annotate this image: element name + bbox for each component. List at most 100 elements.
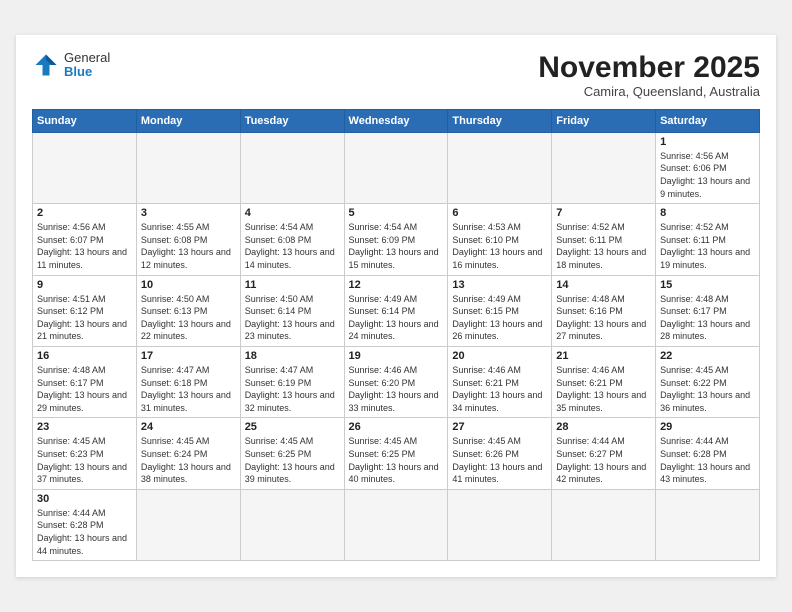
day-info: Sunrise: 4:54 AM Sunset: 6:08 PM Dayligh… [245, 221, 340, 271]
day-number: 30 [37, 493, 132, 505]
day-number: 14 [556, 279, 651, 291]
day-info: Sunrise: 4:44 AM Sunset: 6:28 PM Dayligh… [660, 435, 755, 485]
calendar-cell: 3 Sunrise: 4:55 AM Sunset: 6:08 PM Daylig… [136, 204, 240, 275]
calendar-cell [552, 132, 656, 203]
day-info: Sunrise: 4:53 AM Sunset: 6:10 PM Dayligh… [452, 221, 547, 271]
day-number: 29 [660, 421, 755, 433]
calendar-cell: 21Sunrise: 4:46 AM Sunset: 6:21 PM Dayli… [552, 347, 656, 418]
day-info: Sunrise: 4:46 AM Sunset: 6:20 PM Dayligh… [349, 364, 444, 414]
day-info: Sunrise: 4:44 AM Sunset: 6:27 PM Dayligh… [556, 435, 651, 485]
calendar-cell: 22Sunrise: 4:45 AM Sunset: 6:22 PM Dayli… [656, 347, 760, 418]
calendar-cell: 11 Sunrise: 4:50 AM Sunset: 6:14 PM Dayli… [240, 275, 344, 346]
day-info: Sunrise: 4:45 AM Sunset: 6:23 PM Dayligh… [37, 435, 132, 485]
day-info: Sunrise: 4:45 AM Sunset: 6:24 PM Dayligh… [141, 435, 236, 485]
calendar-week-5: 30 Sunrise: 4:44 AM Sunset: 6:28 PM Dayli… [33, 489, 760, 560]
day-number: 10 [141, 279, 236, 291]
day-number: 25 [245, 421, 340, 433]
weekday-header-wednesday: Wednesday [344, 109, 448, 132]
calendar-cell: 9Sunrise: 4:51 AM Sunset: 6:12 PM Daylig… [33, 275, 137, 346]
day-number: 18 [245, 350, 340, 362]
calendar-cell: 26Sunrise: 4:45 AM Sunset: 6:25 PM Dayli… [344, 418, 448, 489]
day-number: 24 [141, 421, 236, 433]
day-info: Sunrise: 4:45 AM Sunset: 6:25 PM Dayligh… [245, 435, 340, 485]
calendar-cell: 4 Sunrise: 4:54 AM Sunset: 6:08 PM Daylig… [240, 204, 344, 275]
day-info: Sunrise: 4:52 AM Sunset: 6:11 PM Dayligh… [556, 221, 651, 271]
day-info: Sunrise: 4:45 AM Sunset: 6:25 PM Dayligh… [349, 435, 444, 485]
calendar-cell [344, 489, 448, 560]
calendar-container: General Blue November 2025 Camira, Queen… [16, 35, 776, 577]
day-info: Sunrise: 4:47 AM Sunset: 6:18 PM Dayligh… [141, 364, 236, 414]
calendar-cell: 28 Sunrise: 4:44 AM Sunset: 6:27 PM Dayli… [552, 418, 656, 489]
day-number: 22 [660, 350, 755, 362]
day-number: 27 [452, 421, 547, 433]
day-info: Sunrise: 4:50 AM Sunset: 6:13 PM Dayligh… [141, 293, 236, 343]
calendar-cell: 17 Sunrise: 4:47 AM Sunset: 6:18 PM Dayli… [136, 347, 240, 418]
calendar-cell: 2 Sunrise: 4:56 AM Sunset: 6:07 PM Daylig… [33, 204, 137, 275]
day-number: 1 [660, 136, 755, 148]
day-number: 4 [245, 207, 340, 219]
day-info: Sunrise: 4:46 AM Sunset: 6:21 PM Dayligh… [556, 364, 651, 414]
day-info: Sunrise: 4:54 AM Sunset: 6:09 PM Dayligh… [349, 221, 444, 271]
calendar-cell [552, 489, 656, 560]
day-info: Sunrise: 4:46 AM Sunset: 6:21 PM Dayligh… [452, 364, 547, 414]
weekday-header-row: SundayMondayTuesdayWednesdayThursdayFrid… [33, 109, 760, 132]
day-number: 17 [141, 350, 236, 362]
weekday-header-saturday: Saturday [656, 109, 760, 132]
day-info: Sunrise: 4:51 AM Sunset: 6:12 PM Dayligh… [37, 293, 132, 343]
day-number: 2 [37, 207, 132, 219]
day-info: Sunrise: 4:44 AM Sunset: 6:28 PM Dayligh… [37, 507, 132, 557]
calendar-table: SundayMondayTuesdayWednesdayThursdayFrid… [32, 109, 760, 561]
calendar-cell: 23 Sunrise: 4:45 AM Sunset: 6:23 PM Dayli… [33, 418, 137, 489]
day-number: 8 [660, 207, 755, 219]
day-number: 19 [349, 350, 444, 362]
calendar-cell [344, 132, 448, 203]
calendar-header: General Blue November 2025 Camira, Queen… [32, 51, 760, 99]
calendar-cell: 18 Sunrise: 4:47 AM Sunset: 6:19 PM Dayli… [240, 347, 344, 418]
location-subtitle: Camira, Queensland, Australia [538, 84, 760, 99]
calendar-cell: 5 Sunrise: 4:54 AM Sunset: 6:09 PM Daylig… [344, 204, 448, 275]
weekday-header-thursday: Thursday [448, 109, 552, 132]
calendar-cell: 30 Sunrise: 4:44 AM Sunset: 6:28 PM Dayli… [33, 489, 137, 560]
weekday-header-tuesday: Tuesday [240, 109, 344, 132]
weekday-header-sunday: Sunday [33, 109, 137, 132]
calendar-cell: 10 Sunrise: 4:50 AM Sunset: 6:13 PM Dayli… [136, 275, 240, 346]
calendar-cell: 13 Sunrise: 4:49 AM Sunset: 6:15 PM Dayli… [448, 275, 552, 346]
calendar-cell: 6 Sunrise: 4:53 AM Sunset: 6:10 PM Daylig… [448, 204, 552, 275]
day-info: Sunrise: 4:50 AM Sunset: 6:14 PM Dayligh… [245, 293, 340, 343]
title-block: November 2025 Camira, Queensland, Austra… [538, 51, 760, 99]
calendar-cell: 14 Sunrise: 4:48 AM Sunset: 6:16 PM Dayli… [552, 275, 656, 346]
calendar-cell [136, 132, 240, 203]
day-number: 5 [349, 207, 444, 219]
day-info: Sunrise: 4:52 AM Sunset: 6:11 PM Dayligh… [660, 221, 755, 271]
day-number: 28 [556, 421, 651, 433]
day-info: Sunrise: 4:55 AM Sunset: 6:08 PM Dayligh… [141, 221, 236, 271]
month-title: November 2025 [538, 51, 760, 84]
calendar-cell: 27 Sunrise: 4:45 AM Sunset: 6:26 PM Dayli… [448, 418, 552, 489]
day-number: 3 [141, 207, 236, 219]
logo-general: General [64, 50, 110, 65]
day-info: Sunrise: 4:49 AM Sunset: 6:15 PM Dayligh… [452, 293, 547, 343]
day-info: Sunrise: 4:48 AM Sunset: 6:17 PM Dayligh… [660, 293, 755, 343]
calendar-cell: 24 Sunrise: 4:45 AM Sunset: 6:24 PM Dayli… [136, 418, 240, 489]
day-number: 7 [556, 207, 651, 219]
day-number: 15 [660, 279, 755, 291]
day-info: Sunrise: 4:45 AM Sunset: 6:26 PM Dayligh… [452, 435, 547, 485]
day-number: 11 [245, 279, 340, 291]
day-info: Sunrise: 4:47 AM Sunset: 6:19 PM Dayligh… [245, 364, 340, 414]
day-number: 6 [452, 207, 547, 219]
logo-blue: Blue [64, 64, 92, 79]
calendar-week-2: 9Sunrise: 4:51 AM Sunset: 6:12 PM Daylig… [33, 275, 760, 346]
logo: General Blue [32, 51, 110, 80]
day-number: 13 [452, 279, 547, 291]
day-number: 23 [37, 421, 132, 433]
weekday-header-friday: Friday [552, 109, 656, 132]
calendar-week-0: 1Sunrise: 4:56 AM Sunset: 6:06 PM Daylig… [33, 132, 760, 203]
calendar-cell [240, 489, 344, 560]
day-info: Sunrise: 4:56 AM Sunset: 6:07 PM Dayligh… [37, 221, 132, 271]
day-info: Sunrise: 4:48 AM Sunset: 6:17 PM Dayligh… [37, 364, 132, 414]
calendar-cell: 29 Sunrise: 4:44 AM Sunset: 6:28 PM Dayli… [656, 418, 760, 489]
day-number: 20 [452, 350, 547, 362]
logo-text: General Blue [64, 51, 110, 80]
day-info: Sunrise: 4:48 AM Sunset: 6:16 PM Dayligh… [556, 293, 651, 343]
calendar-cell [448, 132, 552, 203]
